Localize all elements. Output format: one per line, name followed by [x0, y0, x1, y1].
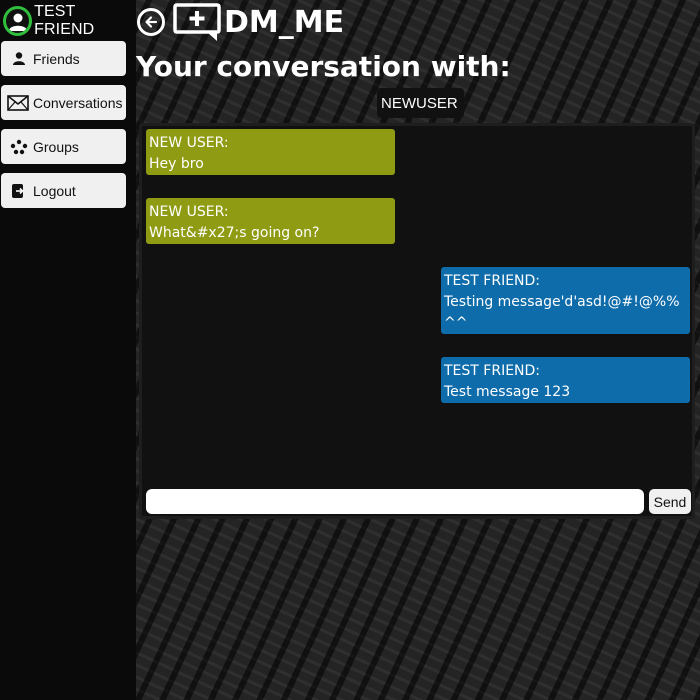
person-icon [9, 49, 29, 69]
message-author: TEST FRIEND: [444, 273, 541, 289]
sidebar-item-label: Conversations [33, 94, 123, 111]
back-button[interactable] [137, 8, 165, 36]
message-bubble-received: NEW USER: Hey bro [146, 129, 395, 175]
user-avatar-icon [3, 6, 33, 36]
message-text: Hey bro [149, 156, 204, 172]
send-button[interactable]: Send [649, 489, 691, 514]
envelope-icon [7, 93, 29, 113]
message-text: Test message 123 [444, 384, 571, 400]
message-input[interactable] [146, 489, 644, 514]
message-author: TEST FRIEND: [444, 363, 541, 379]
current-user: TEST FRIEND [3, 3, 136, 38]
chat-plus-icon [173, 2, 221, 42]
message-bubble-sent: TEST FRIEND: Testing message'd'asd!@#!@%… [441, 267, 690, 334]
page-title: Your conversation with: [136, 50, 511, 83]
recipient-name: NEWUSER [377, 88, 464, 118]
message-text: Testing message'd'asd!@#!@%%^^ [444, 294, 680, 331]
sidebar-item-label: Friends [33, 50, 80, 67]
sidebar-item-groups[interactable]: Groups [1, 129, 126, 164]
message-bubble-received: NEW USER: What&#x27;s going on? [146, 198, 395, 244]
back-arrow-icon [144, 15, 158, 29]
logo-text: DM_ME [224, 4, 345, 40]
sidebar-item-logout[interactable]: Logout [1, 173, 126, 208]
message-bubble-sent: TEST FRIEND: Test message 123 [441, 357, 690, 403]
message-author: NEW USER: [149, 204, 229, 220]
current-user-name: TEST FRIEND [34, 3, 95, 38]
app-logo: DM_ME [173, 2, 344, 42]
message-author: NEW USER: [149, 135, 229, 151]
group-icon [9, 137, 29, 157]
sidebar-item-friends[interactable]: Friends [1, 41, 126, 76]
sidebar: TEST FRIEND Friends Conversations Groups… [0, 0, 136, 700]
message-text: What&#x27;s going on? [149, 225, 320, 241]
sidebar-item-conversations[interactable]: Conversations [1, 85, 126, 120]
sidebar-item-label: Logout [33, 182, 76, 199]
sidebar-item-label: Groups [33, 138, 79, 155]
logout-icon [9, 181, 29, 201]
